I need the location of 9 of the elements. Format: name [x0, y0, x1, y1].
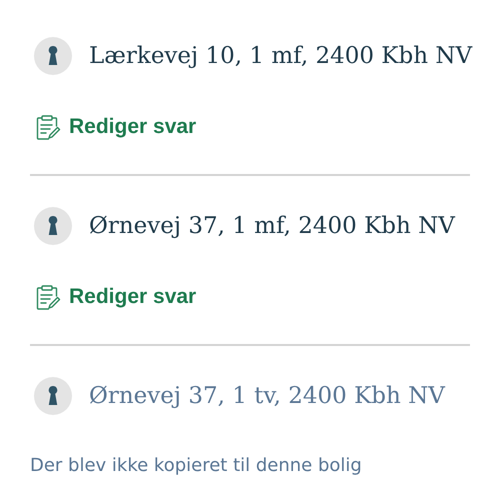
- status-message: Der blev ikke kopieret til denne bolig: [30, 455, 363, 476]
- keyhole-icon: [34, 207, 72, 245]
- address-title: Ørnevej 37, 1 mf, 2400 Kbh NV: [89, 213, 455, 239]
- edit-answer-link[interactable]: Rediger svar: [33, 283, 196, 311]
- address-title: Ørnevej 37, 1 tv, 2400 Kbh NV: [89, 383, 445, 409]
- edit-answer-link[interactable]: Rediger svar: [33, 113, 196, 141]
- keyhole-icon: [34, 377, 72, 415]
- keyhole-icon: [34, 37, 72, 75]
- address-title: Lærkevej 10, 1 mf, 2400 Kbh NV: [89, 43, 472, 69]
